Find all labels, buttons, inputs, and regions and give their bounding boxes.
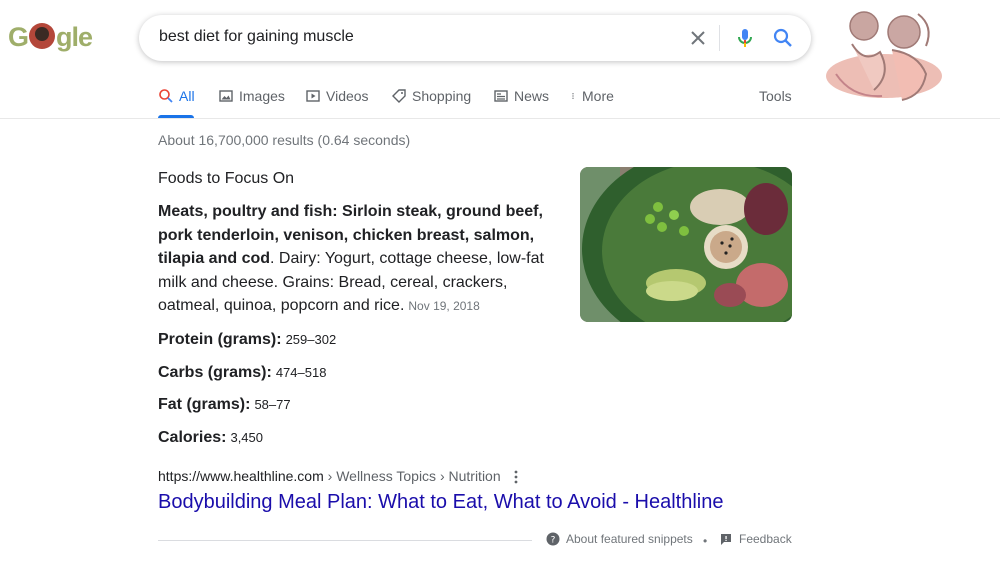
close-icon[interactable] — [686, 26, 710, 50]
search-divider — [719, 25, 720, 51]
tab-news[interactable]: News — [493, 88, 549, 104]
tab-shopping-label: Shopping — [412, 88, 472, 104]
svg-text:?: ? — [551, 536, 556, 546]
nutrition-value: 474–518 — [275, 365, 327, 380]
result-stats: About 16,700,000 results (0.64 seconds) — [158, 132, 411, 148]
tab-videos-label: Videos — [326, 88, 369, 104]
citation-url: https://www.healthline.com — [158, 468, 324, 484]
feedback-icon — [721, 534, 731, 545]
featured-snippet-text: Meats, poultry and fish: Sirloin steak, … — [158, 200, 548, 319]
more-vert-icon — [572, 93, 574, 99]
result-citation[interactable]: https://www.healthline.com › Wellness To… — [158, 468, 501, 484]
snippet-date: Nov 19, 2018 — [408, 299, 480, 313]
nutrition-label: Calories: — [158, 429, 227, 446]
tab-videos[interactable]: Videos — [305, 88, 369, 104]
food-bowl-image[interactable] — [580, 167, 792, 322]
nutrition-label: Protein (grams): — [158, 331, 282, 348]
doodle-icon — [29, 23, 56, 49]
feedback-label: Feedback — [739, 532, 792, 546]
search-input[interactable]: best diet for gaining muscle — [159, 28, 354, 46]
nutrition-row-calories: Calories: 3,450 — [158, 429, 263, 447]
logo-text-end: gle — [56, 22, 93, 52]
feedback-link[interactable]: Feedback — [719, 532, 792, 546]
footer-separator: • — [703, 534, 708, 548]
tab-more[interactable]: More — [569, 88, 614, 104]
google-doodle-logo[interactable]: Ggle — [8, 22, 93, 53]
nutrition-row-carbs: Carbs (grams): 474–518 — [158, 364, 326, 382]
microphone-icon[interactable] — [733, 26, 757, 50]
citation-breadcrumb: › Wellness Topics › Nutrition — [323, 468, 501, 484]
video-icon — [306, 90, 320, 102]
tools-label: Tools — [759, 88, 792, 104]
tab-images-label: Images — [239, 88, 285, 104]
search-icon — [159, 89, 173, 103]
tab-more-label: More — [582, 88, 614, 104]
news-icon — [494, 90, 508, 102]
tab-images[interactable]: Images — [218, 88, 285, 104]
snippet-heading: Foods to Focus On — [158, 170, 295, 187]
tab-shopping[interactable]: Shopping — [391, 88, 471, 104]
nutrition-row-fat: Fat (grams): 58–77 — [158, 396, 291, 414]
tools-button[interactable]: Tools — [759, 88, 792, 104]
search-icon[interactable] — [771, 26, 795, 50]
help-icon: ? — [546, 532, 560, 546]
tab-all-label: All — [179, 88, 195, 104]
result-title-link[interactable]: Bodybuilding Meal Plan: What to Eat, Wha… — [158, 491, 724, 514]
nutrition-label: Carbs (grams): — [158, 364, 272, 381]
doodle-illustration[interactable] — [822, 4, 956, 108]
about-featured-snippets-link[interactable]: ? About featured snippets — [546, 532, 693, 546]
logo-text-start: G — [8, 22, 29, 52]
image-icon — [219, 90, 233, 102]
nutrition-value: 3,450 — [230, 430, 264, 445]
nutrition-value: 259–302 — [285, 332, 337, 347]
about-label: About featured snippets — [566, 532, 693, 546]
more-vert-icon[interactable] — [510, 468, 522, 486]
tab-news-label: News — [514, 88, 550, 104]
active-tab-indicator — [158, 115, 194, 118]
snippet-divider — [158, 540, 532, 541]
tab-all[interactable]: All — [158, 88, 195, 104]
search-box[interactable]: best diet for gaining muscle — [139, 15, 811, 61]
nutrition-label: Fat (grams): — [158, 396, 251, 413]
nutrition-value: 58–77 — [254, 397, 291, 412]
header: Ggle best diet for gaining muscle All Im… — [0, 0, 1000, 119]
nutrition-row-protein: Protein (grams): 259–302 — [158, 331, 336, 349]
tag-icon — [392, 89, 406, 103]
